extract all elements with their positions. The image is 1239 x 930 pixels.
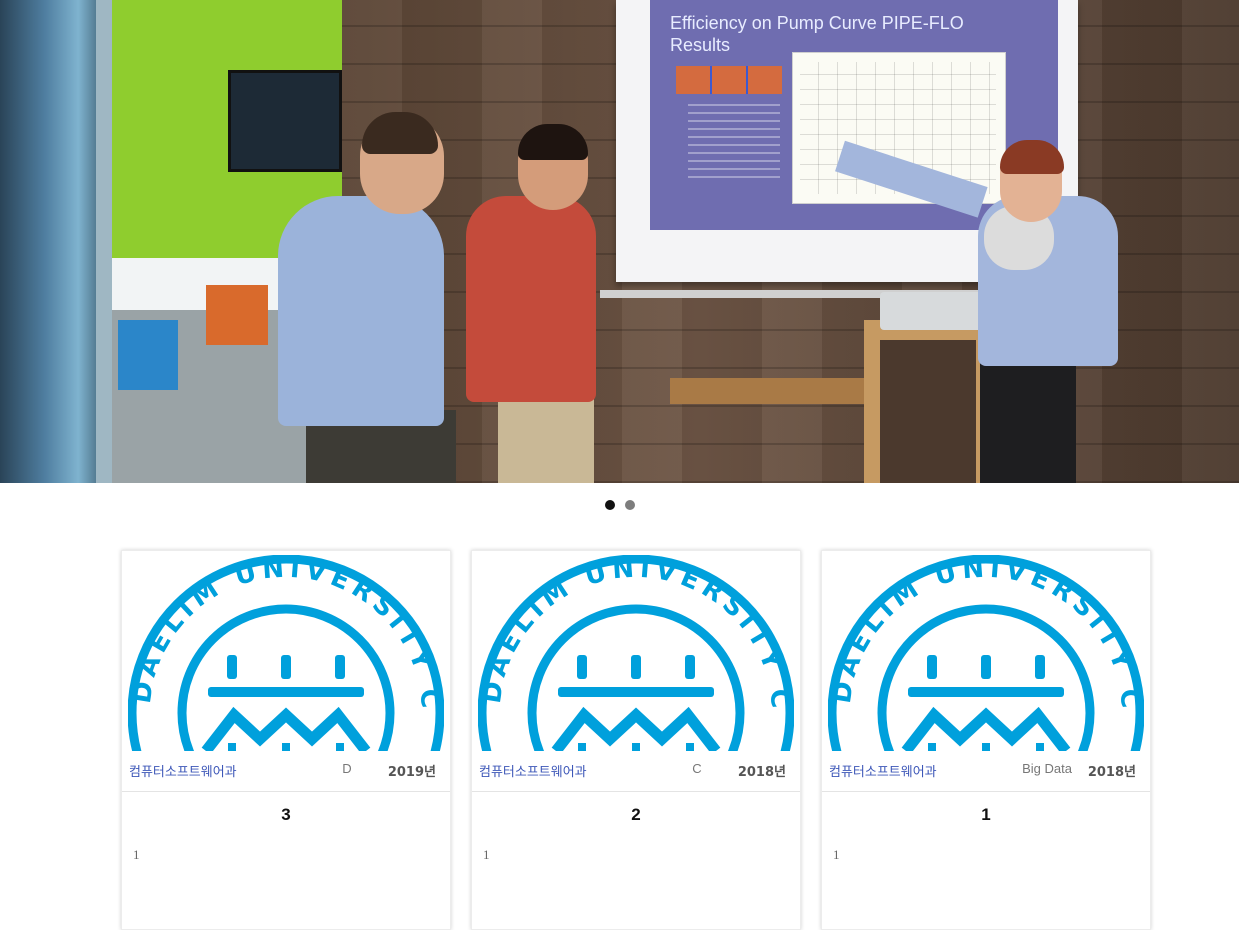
card-description: 1 [133, 847, 140, 862]
person-1-shirt [278, 196, 444, 426]
card-meta: 컴퓨터소프트웨어과 D 2019년 [122, 751, 450, 792]
card-title[interactable]: 2 [472, 805, 800, 825]
project-card-1[interactable]: DAELIM UNIVERSITY COLLEGE 컴퓨터소프트웨어과 D 20… [121, 550, 451, 930]
carousel-dot-1[interactable] [604, 500, 615, 510]
project-card-2[interactable]: DAELIM UNIVERSITY COLLEGE 컴퓨터소프트웨어과 C 20… [471, 550, 801, 930]
card-department-link[interactable]: 컴퓨터소프트웨어과 [829, 761, 937, 780]
university-seal-logo: DAELIM UNIVERSITY COLLEGE [478, 555, 794, 751]
person-3-legs [980, 362, 1076, 483]
card-meta: 컴퓨터소프트웨어과 C 2018년 [472, 751, 800, 792]
card-thumbnail: DAELIM UNIVERSITY COLLEGE [122, 551, 450, 751]
card-title[interactable]: 3 [122, 805, 450, 825]
slide-bullets [688, 98, 780, 184]
card-tag: C [692, 761, 702, 776]
card-tag: Big Data [1022, 761, 1072, 776]
card-year: 2018년 [1087, 765, 1136, 780]
project-card-3[interactable]: DAELIM UNIVERSITY COLLEGE 컴퓨터소프트웨어과 Big … [821, 550, 1151, 930]
university-seal-logo: DAELIM UNIVERSITY COLLEGE [128, 555, 444, 751]
white-table [100, 258, 309, 310]
carousel-dot-2[interactable] [624, 500, 635, 510]
card-description: 1 [833, 847, 840, 862]
carousel-indicators [0, 500, 1239, 516]
orange-chair [206, 285, 268, 345]
card-thumbnail: DAELIM UNIVERSITY COLLEGE [472, 551, 800, 751]
person-2-shirt [466, 196, 596, 402]
card-thumbnail: DAELIM UNIVERSITY COLLEGE [822, 551, 1150, 751]
person-2-legs [498, 392, 594, 483]
card-year: 2019년 [387, 765, 436, 780]
card-department-link[interactable]: 컴퓨터소프트웨어과 [479, 761, 587, 780]
projector-cart-inner [880, 340, 976, 483]
card-description: 1 [483, 847, 490, 862]
slide-table [676, 66, 782, 94]
university-seal-logo: DAELIM UNIVERSITY COLLEGE [828, 555, 1144, 751]
hero-carousel-image[interactable]: Efficiency on Pump Curve PIPE-FLO Result… [0, 0, 1239, 483]
card-department-link[interactable]: 컴퓨터소프트웨어과 [129, 761, 237, 780]
glass-frame [96, 0, 112, 483]
card-tag: D [342, 761, 352, 776]
wall-monitor [228, 70, 342, 172]
card-title[interactable]: 1 [822, 805, 1150, 825]
blue-chair [118, 320, 178, 390]
slide-title: Efficiency on Pump Curve PIPE-FLO Result… [670, 13, 964, 55]
card-year: 2018년 [737, 765, 786, 780]
card-meta: 컴퓨터소프트웨어과 Big Data 2018년 [822, 751, 1150, 792]
